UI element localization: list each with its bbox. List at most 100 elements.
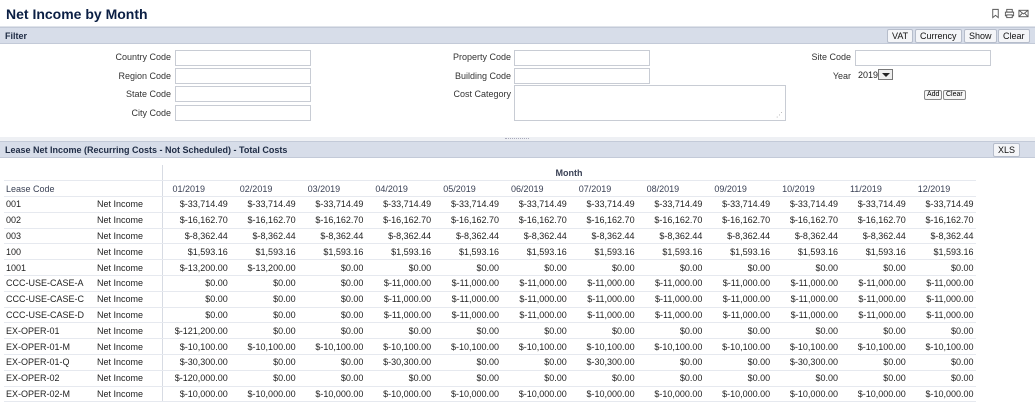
table-row[interactable]: EX-OPER-01 Net Income $-121,200.00 $0.00 $0.… <box>4 322 976 340</box>
amount-cell[interactable]: $0.00 <box>907 354 976 371</box>
amount-cell[interactable]: $-10,000.00 <box>704 386 773 403</box>
amount-cell[interactable]: $1,593.16 <box>839 243 908 261</box>
amount-cell[interactable]: $-11,000.00 <box>772 307 840 324</box>
site-code-input[interactable] <box>855 50 991 66</box>
amount-cell[interactable]: $-8,362.44 <box>433 228 501 245</box>
amount-cell[interactable]: $-10,100.00 <box>500 338 569 356</box>
property-code-input[interactable] <box>514 50 650 66</box>
amount-cell[interactable]: $0.00 <box>365 322 434 340</box>
amount-cell[interactable]: $-10,100.00 <box>636 338 705 356</box>
amount-cell[interactable]: $-11,000.00 <box>704 307 773 324</box>
print-icon[interactable] <box>1004 8 1015 19</box>
amount-cell[interactable]: $-16,162.70 <box>297 212 366 229</box>
amount-cell[interactable]: $0.00 <box>704 259 773 277</box>
amount-cell[interactable]: $0.00 <box>162 291 230 308</box>
amount-cell[interactable]: $-11,000.00 <box>907 291 976 308</box>
amount-cell[interactable]: $0.00 <box>297 370 366 387</box>
amount-cell[interactable]: $-11,000.00 <box>839 291 908 308</box>
bookmark-icon[interactable] <box>990 8 1001 19</box>
amount-cell[interactable]: $-10,000.00 <box>433 386 501 403</box>
amount-cell[interactable]: $-8,362.44 <box>162 228 230 245</box>
splitter-handle[interactable] <box>505 138 529 140</box>
amount-cell[interactable]: $0.00 <box>433 370 501 387</box>
amount-cell[interactable]: $-16,162.70 <box>907 212 976 229</box>
amount-cell[interactable]: $-33,714.49 <box>229 196 298 213</box>
currency-button[interactable]: Currency <box>915 29 962 43</box>
amount-cell[interactable]: $-11,000.00 <box>568 291 637 308</box>
month-header[interactable]: 05/2019 <box>433 180 501 198</box>
table-row[interactable]: 1001 Net Income $-13,200.00 $-13,200.00 $0.0… <box>4 259 976 277</box>
amount-cell[interactable]: $-10,100.00 <box>229 338 298 356</box>
amount-cell[interactable]: $0.00 <box>297 259 366 277</box>
amount-cell[interactable]: $-30,300.00 <box>162 354 230 371</box>
amount-cell[interactable]: $-10,000.00 <box>772 386 840 403</box>
amount-cell[interactable]: $0.00 <box>704 322 773 340</box>
amount-cell[interactable]: $0.00 <box>500 370 569 387</box>
amount-cell[interactable]: $1,593.16 <box>772 243 840 261</box>
table-row[interactable]: 001 Net Income $-33,714.49 $-33,714.49 $-33,… <box>4 196 976 213</box>
amount-cell[interactable]: $0.00 <box>229 322 298 340</box>
region-code-input[interactable] <box>175 68 311 84</box>
month-header[interactable]: 12/2019 <box>907 180 976 198</box>
table-row[interactable]: CCC-USE-CASE-C Net Income $0.00 $0.00 $0.00 $… <box>4 291 976 308</box>
table-row[interactable]: EX-OPER-02 Net Income $-120,000.00 $0.00 $0.… <box>4 370 976 387</box>
amount-cell[interactable]: $0.00 <box>500 259 569 277</box>
amount-cell[interactable]: $-10,000.00 <box>568 386 637 403</box>
amount-cell[interactable]: $1,593.16 <box>568 243 637 261</box>
amount-cell[interactable]: $-16,162.70 <box>229 212 298 229</box>
month-header[interactable]: 07/2019 <box>568 180 637 198</box>
amount-cell[interactable]: $0.00 <box>839 322 908 340</box>
amount-cell[interactable]: $-10,000.00 <box>839 386 908 403</box>
amount-cell[interactable]: $-33,714.49 <box>636 196 705 213</box>
amount-cell[interactable]: $-11,000.00 <box>772 275 840 292</box>
amount-cell[interactable]: $0.00 <box>433 259 501 277</box>
amount-cell[interactable]: $-33,714.49 <box>772 196 840 213</box>
country-code-input[interactable] <box>175 50 311 66</box>
amount-cell[interactable]: $-13,200.00 <box>162 259 230 277</box>
amount-cell[interactable]: $0.00 <box>636 354 705 371</box>
lease-code-cell[interactable]: EX-OPER-01-Q <box>4 354 95 371</box>
lease-code-cell[interactable]: CCC-USE-CASE-D <box>4 307 95 324</box>
amount-cell[interactable]: $-10,000.00 <box>297 386 366 403</box>
amount-cell[interactable]: $-120,000.00 <box>162 370 230 387</box>
table-row[interactable]: EX-OPER-01-M Net Income $-10,100.00 $-10,10… <box>4 338 976 356</box>
amount-cell[interactable]: $-16,162.70 <box>162 212 230 229</box>
amount-cell[interactable]: $1,593.16 <box>229 243 298 261</box>
amount-cell[interactable]: $1,593.16 <box>907 243 976 261</box>
amount-cell[interactable]: $-16,162.70 <box>636 212 705 229</box>
amount-cell[interactable]: $0.00 <box>907 322 976 340</box>
month-header[interactable]: 11/2019 <box>839 180 908 198</box>
amount-cell[interactable]: $0.00 <box>297 322 366 340</box>
lease-code-cell[interactable]: 003 <box>4 228 95 245</box>
building-code-input[interactable] <box>514 68 650 84</box>
amount-cell[interactable]: $0.00 <box>500 354 569 371</box>
amount-cell[interactable]: $-11,000.00 <box>839 275 908 292</box>
lease-code-cell[interactable]: EX-OPER-02-M <box>4 386 95 403</box>
month-header[interactable]: 03/2019 <box>297 180 366 198</box>
amount-cell[interactable]: $0.00 <box>297 354 366 371</box>
amount-cell[interactable]: $0.00 <box>365 370 434 387</box>
amount-cell[interactable]: $-16,162.70 <box>365 212 434 229</box>
amount-cell[interactable]: $0.00 <box>907 370 976 387</box>
amount-cell[interactable]: $-121,200.00 <box>162 322 230 340</box>
amount-cell[interactable]: $1,593.16 <box>297 243 366 261</box>
amount-cell[interactable]: $-10,000.00 <box>365 386 434 403</box>
amount-cell[interactable]: $-11,000.00 <box>433 291 501 308</box>
add-button[interactable]: Add <box>924 90 943 100</box>
email-icon[interactable] <box>1018 8 1029 19</box>
amount-cell[interactable]: $-10,000.00 <box>636 386 705 403</box>
table-row[interactable]: CCC-USE-CASE-D Net Income $0.00 $0.00 $0.00 $… <box>4 307 976 324</box>
amount-cell[interactable]: $0.00 <box>839 370 908 387</box>
amount-cell[interactable]: $-11,000.00 <box>500 275 569 292</box>
amount-cell[interactable]: $0.00 <box>772 370 840 387</box>
amount-cell[interactable]: $0.00 <box>636 322 705 340</box>
table-row[interactable]: CCC-USE-CASE-A Net Income $0.00 $0.00 $0.00 $… <box>4 275 976 292</box>
amount-cell[interactable]: $0.00 <box>229 354 298 371</box>
amount-cell[interactable]: $0.00 <box>636 370 705 387</box>
amount-cell[interactable]: $-11,000.00 <box>636 307 705 324</box>
clear-button[interactable]: Clear <box>998 29 1030 43</box>
amount-cell[interactable]: $-11,000.00 <box>907 307 976 324</box>
amount-cell[interactable]: $0.00 <box>229 370 298 387</box>
amount-cell[interactable]: $0.00 <box>772 322 840 340</box>
amount-cell[interactable]: $-8,362.44 <box>500 228 569 245</box>
